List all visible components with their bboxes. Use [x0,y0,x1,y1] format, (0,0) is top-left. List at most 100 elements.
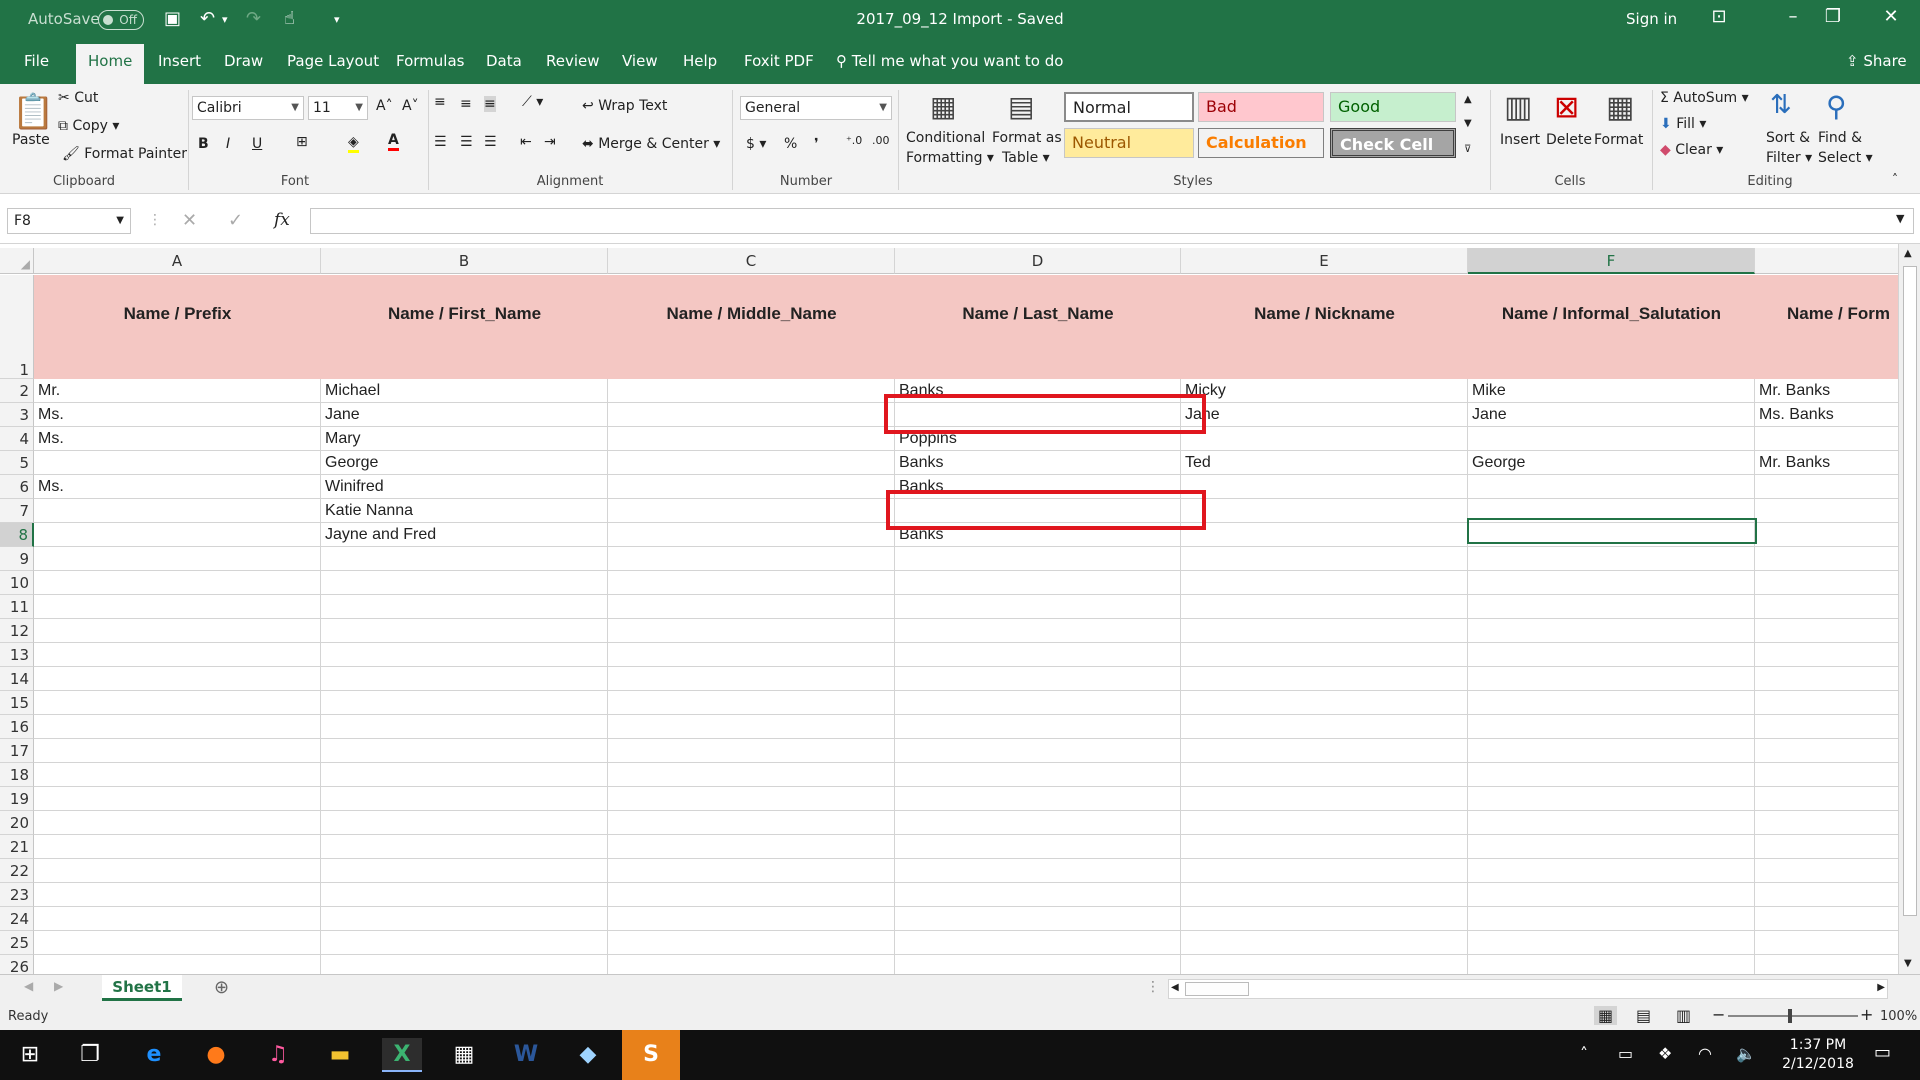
minimize-icon[interactable]: – [1778,6,1808,27]
empty-cell[interactable] [895,547,1181,571]
empty-cell[interactable] [608,739,895,763]
volume-icon[interactable]: 🔈 [1736,1044,1756,1063]
empty-cell[interactable] [1755,883,1898,907]
restore-icon[interactable]: ❐ [1818,6,1848,27]
format-painter-button[interactable]: 🖌 Format Painter [62,146,187,162]
empty-cell[interactable] [608,931,895,955]
empty-cell[interactable] [1468,619,1755,643]
row-header-12[interactable]: 12 [0,619,34,643]
row-header-18[interactable]: 18 [0,763,34,787]
empty-cell[interactable] [34,595,321,619]
horizontal-scrollbar[interactable]: ◀ ▶ [1168,979,1888,999]
empty-cell[interactable] [34,739,321,763]
cell-b4[interactable]: Mary [321,427,608,451]
row-header-16[interactable]: 16 [0,715,34,739]
empty-cell[interactable] [1181,835,1468,859]
empty-cell[interactable] [1468,787,1755,811]
empty-cell[interactable] [895,595,1181,619]
sort-filter-button-line2[interactable]: Filter ▾ [1766,150,1812,166]
empty-cell[interactable] [608,955,895,974]
empty-cell[interactable] [608,787,895,811]
empty-cell[interactable] [1468,595,1755,619]
empty-cell[interactable] [1181,907,1468,931]
next-sheet-icon[interactable]: ▶ [54,979,63,993]
comma-icon[interactable]: ❜ [814,136,819,152]
dropbox-icon[interactable]: ❖ [1658,1044,1672,1063]
empty-cell[interactable] [1468,835,1755,859]
column-header-d[interactable]: D [895,248,1181,274]
number-format-select[interactable]: General ▼ [740,96,892,120]
cell-e8[interactable] [1181,523,1468,547]
row-header-11[interactable]: 11 [0,595,34,619]
empty-cell[interactable] [1755,787,1898,811]
row-header-15[interactable]: 15 [0,691,34,715]
header-cell-e[interactable]: Name / Nickname [1181,275,1468,379]
empty-cell[interactable] [1468,763,1755,787]
scroll-left-icon[interactable]: ◀ [1171,982,1179,993]
top-align-icon[interactable]: ≡ [434,94,446,110]
cell-b5[interactable]: George [321,451,608,475]
underline-icon[interactable]: U [252,136,262,152]
magnifier-icon[interactable]: ⚲ [1826,90,1847,123]
bottom-align-icon[interactable]: ≡ [484,96,496,112]
empty-cell[interactable] [608,763,895,787]
file-explorer-icon[interactable]: ▬ [320,1038,360,1072]
page-break-view-icon[interactable]: ▥ [1676,1006,1691,1025]
cell-e2[interactable]: Micky [1181,379,1468,403]
insert-cells-button[interactable]: Insert [1500,132,1540,148]
percent-icon[interactable]: % [784,136,797,152]
tab-formulas[interactable]: Formulas [396,52,464,70]
cell-e7[interactable] [1181,499,1468,523]
row-header-19[interactable]: 19 [0,787,34,811]
header-cell-d[interactable]: Name / Last_Name [895,275,1181,379]
cell-a4[interactable]: Ms. [34,427,321,451]
empty-cell[interactable] [608,907,895,931]
cell-c6[interactable] [608,475,895,499]
empty-cell[interactable] [895,859,1181,883]
row-header-25[interactable]: 25 [0,931,34,955]
show-hidden-icons[interactable]: ˄ [1580,1044,1588,1063]
empty-cell[interactable] [321,931,608,955]
wifi-icon[interactable]: ◠ [1698,1044,1712,1063]
normal-view-icon[interactable]: ▦ [1594,1006,1618,1025]
empty-cell[interactable] [1181,571,1468,595]
empty-cell[interactable] [608,859,895,883]
empty-cell[interactable] [1755,619,1898,643]
column-header-b[interactable]: B [321,248,608,274]
cell-c4[interactable] [608,427,895,451]
empty-cell[interactable] [34,715,321,739]
empty-cell[interactable] [34,859,321,883]
empty-cell[interactable] [321,835,608,859]
find-select-button-line2[interactable]: Select ▾ [1818,150,1873,166]
edge-icon[interactable]: e [134,1038,174,1072]
empty-cell[interactable] [1755,547,1898,571]
style-good[interactable]: Good [1330,92,1456,122]
autosum-button[interactable]: Σ AutoSum ▾ [1660,90,1749,106]
tab-file[interactable]: File [24,52,49,70]
empty-cell[interactable] [608,883,895,907]
empty-cell[interactable] [1468,667,1755,691]
style-normal[interactable]: Normal [1064,92,1194,122]
empty-cell[interactable] [1755,859,1898,883]
scroll-right-icon[interactable]: ▶ [1877,982,1885,993]
empty-cell[interactable] [1468,691,1755,715]
empty-cell[interactable] [321,619,608,643]
scroll-up-icon[interactable]: ▲ [1904,248,1912,259]
empty-cell[interactable] [321,955,608,974]
cell-f4[interactable] [1468,427,1755,451]
header-cell-g[interactable]: Name / Form [1755,275,1898,379]
cell-b6[interactable]: Winifred [321,475,608,499]
increase-indent-icon[interactable]: ⇥ [544,134,556,150]
cell-g8[interactable] [1755,523,1898,547]
merge-center-button[interactable]: ⬌ Merge & Center ▾ [582,136,720,152]
empty-cell[interactable] [608,835,895,859]
empty-cell[interactable] [1181,547,1468,571]
vertical-scrollbar[interactable]: ▲ ▼ [1898,244,1920,974]
ribbon-display-icon[interactable]: ⊡ [1704,6,1734,27]
wrap-text-button[interactable]: ↩ Wrap Text [582,98,667,114]
empty-cell[interactable] [895,835,1181,859]
empty-cell[interactable] [1181,763,1468,787]
sort-filter-button[interactable]: Sort & [1766,130,1810,146]
copy-button[interactable]: ⧉ Copy ▾ [58,118,119,134]
zoom-slider[interactable] [1728,1015,1858,1017]
